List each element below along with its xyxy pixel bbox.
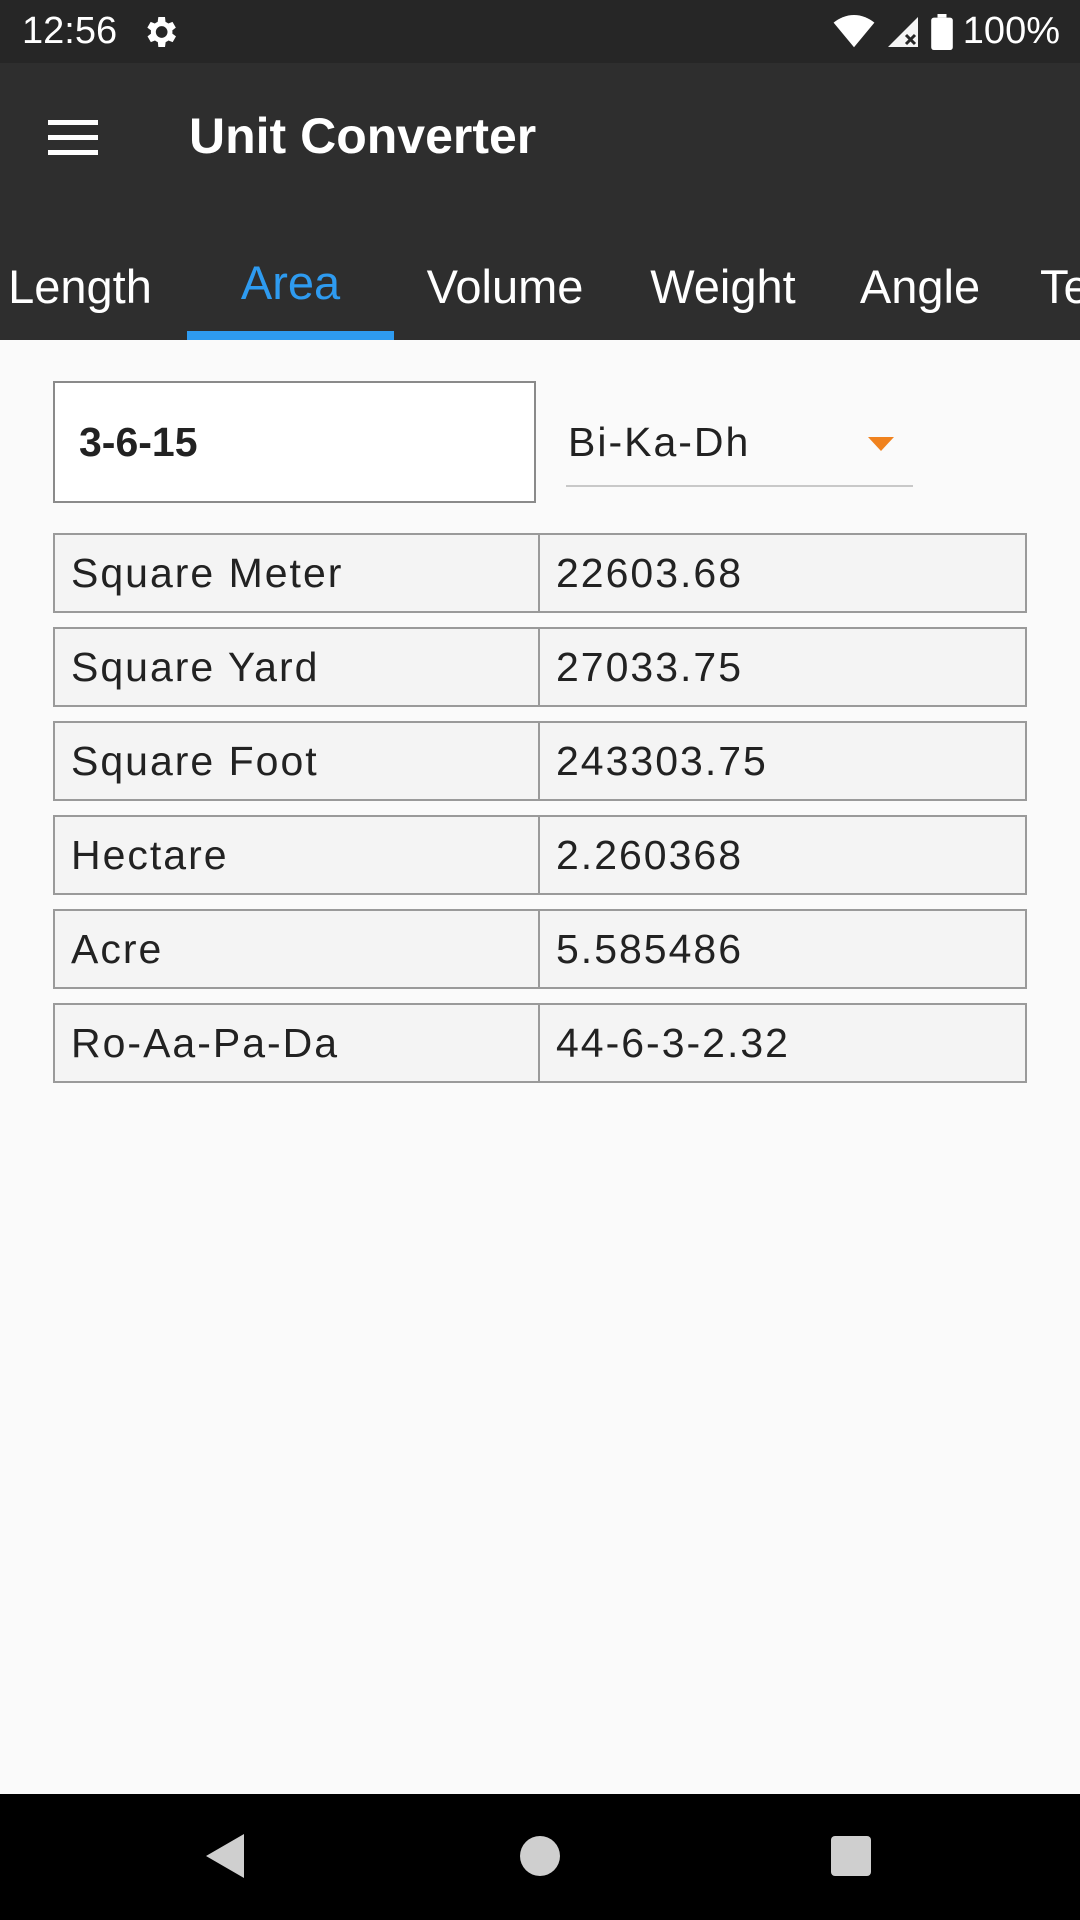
result-row: Hectare 2.260368 xyxy=(53,815,1027,895)
tab-area[interactable]: Area xyxy=(187,233,394,331)
gear-icon xyxy=(147,17,176,47)
tab-volume[interactable]: Volume xyxy=(410,233,600,340)
unit-dropdown[interactable]: Bi-Ka-Dh xyxy=(566,403,913,487)
result-value: 243303.75 xyxy=(556,737,768,784)
result-value: 27033.75 xyxy=(556,643,744,690)
result-unit-name: Ro-Aa-Pa-Da xyxy=(55,1005,540,1081)
menu-icon[interactable] xyxy=(48,118,98,158)
app-bar: Unit Converter Length Area Volume Weight… xyxy=(0,63,1080,340)
unit-dropdown-value: Bi-Ka-Dh xyxy=(568,419,751,465)
tab-angle[interactable]: Angle xyxy=(840,233,1000,340)
battery-icon xyxy=(930,13,953,50)
result-row: Square Yard 27033.75 xyxy=(53,627,1027,707)
tab-length[interactable]: Length xyxy=(0,233,160,340)
result-row: Ro-Aa-Pa-Da 44-6-3-2.32 xyxy=(53,1003,1027,1083)
result-unit-name: Square Meter xyxy=(55,535,540,611)
wifi-icon xyxy=(833,14,875,47)
category-tabs: Length Area Volume Weight Angle Te xyxy=(0,233,1080,340)
value-input[interactable]: 3-6-15 xyxy=(53,381,536,503)
result-table: Square Meter 22603.68 Square Yard 27033.… xyxy=(53,533,1027,1097)
status-bar: 12:56 100% xyxy=(0,0,1080,63)
back-icon[interactable] xyxy=(204,1832,246,1880)
app-title: Unit Converter xyxy=(189,108,537,164)
result-unit-name: Square Foot xyxy=(55,723,540,799)
result-unit-name: Acre xyxy=(55,911,540,987)
result-row: Square Meter 22603.68 xyxy=(53,533,1027,613)
result-value: 2.260368 xyxy=(556,831,744,878)
signal-icon xyxy=(887,16,918,47)
recents-icon[interactable] xyxy=(831,1836,871,1876)
tab-weight[interactable]: Weight xyxy=(628,233,818,340)
result-value: 22603.68 xyxy=(556,549,744,596)
status-time: 12:56 xyxy=(22,10,118,52)
home-icon[interactable] xyxy=(520,1836,560,1876)
result-unit-name: Hectare xyxy=(55,817,540,893)
navigation-bar xyxy=(0,1794,1080,1920)
tab-temperature[interactable]: Te xyxy=(1040,233,1080,340)
tab-indicator xyxy=(187,331,394,340)
result-unit-name: Square Yard xyxy=(55,629,540,705)
status-right: 100% xyxy=(833,10,1060,53)
result-row: Square Foot 243303.75 xyxy=(53,721,1027,801)
dropdown-arrow-icon xyxy=(868,437,894,451)
battery-percent: 100% xyxy=(962,10,1060,52)
result-value: 5.585486 xyxy=(556,925,744,972)
result-row: Acre 5.585486 xyxy=(53,909,1027,989)
result-value: 44-6-3-2.32 xyxy=(556,1019,790,1066)
